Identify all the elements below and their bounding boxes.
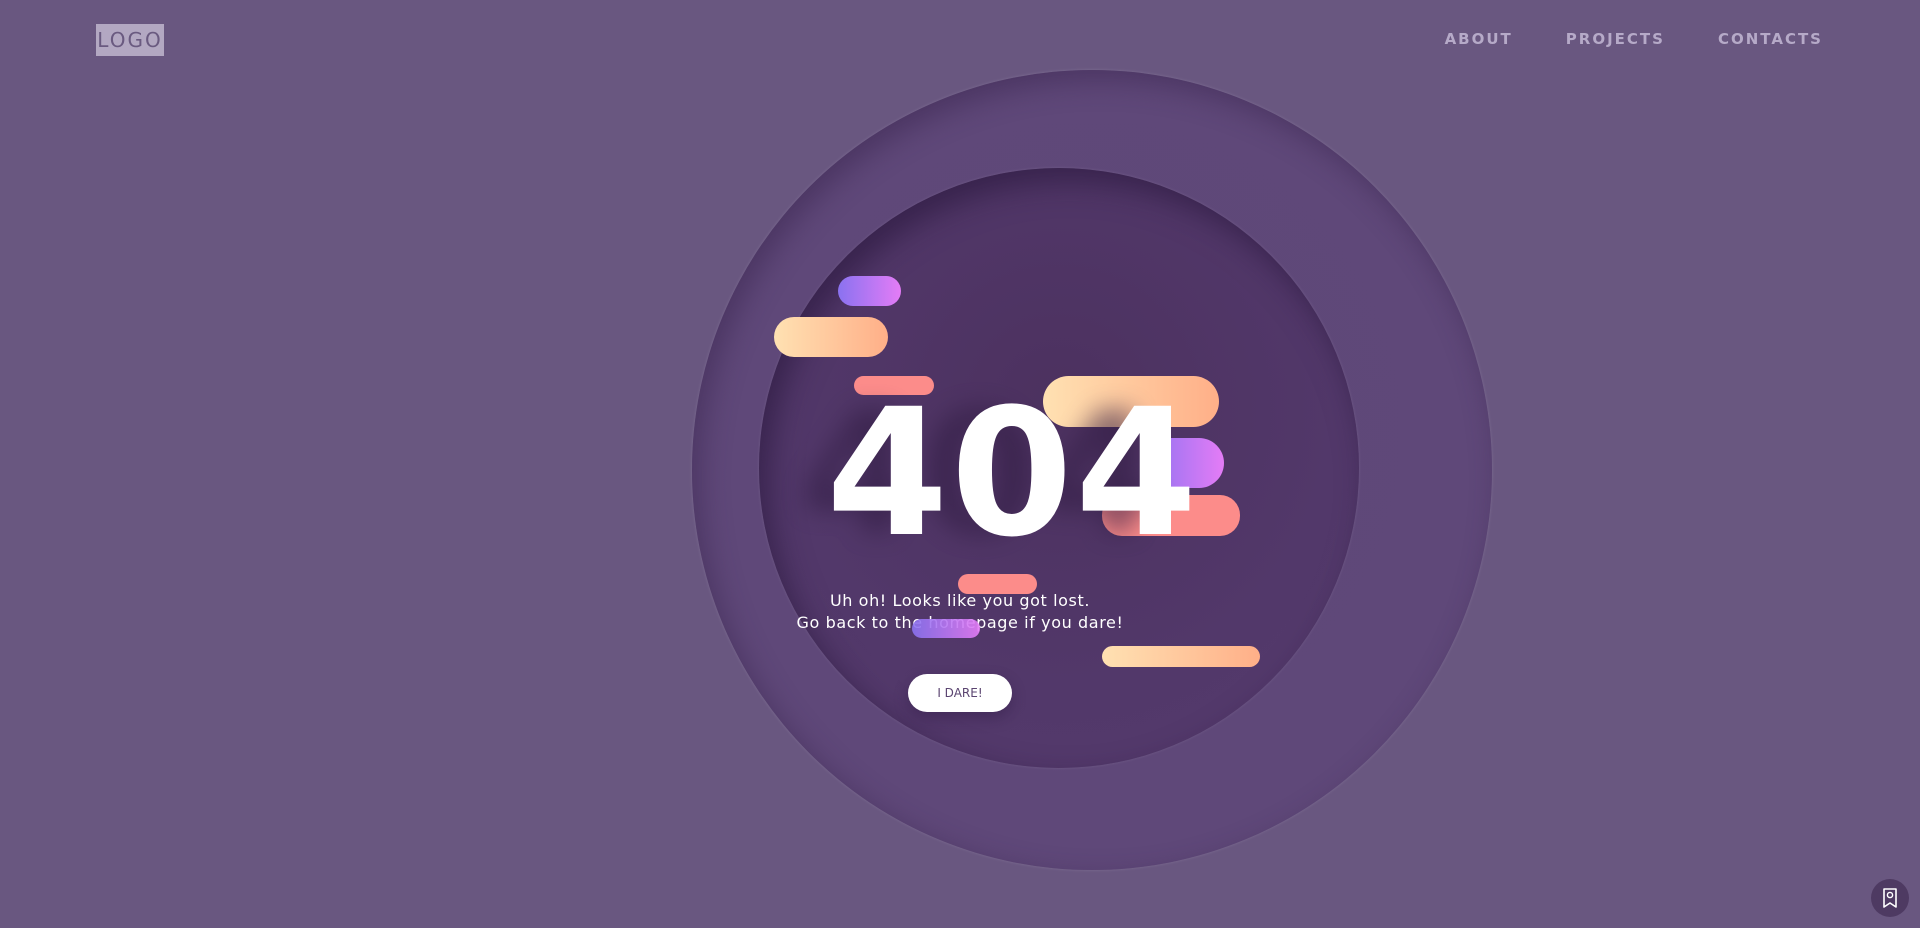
nav-projects[interactable]: PROJECTS — [1566, 30, 1665, 48]
message-line: Uh oh! Looks like you got lost. — [829, 591, 1091, 610]
decor-pill — [774, 317, 888, 357]
logo[interactable]: LOGO — [96, 24, 164, 56]
nav-contacts[interactable]: CONTACTS — [1718, 30, 1823, 48]
decor-pill — [912, 619, 980, 638]
nav-about[interactable]: ABOUT — [1445, 30, 1513, 48]
decor-pill — [838, 276, 901, 306]
main-nav: ABOUT PROJECTS CONTACTS — [1445, 30, 1823, 48]
dare-button[interactable]: I DARE! — [908, 674, 1012, 712]
decor-pill — [1102, 646, 1260, 667]
page: LOGO ABOUT PROJECTS CONTACTS 404 404 Uh … — [0, 0, 1920, 928]
corner-widget-button[interactable] — [1871, 879, 1909, 917]
error-code: 404 — [826, 371, 1200, 576]
bookmark-person-icon — [1883, 888, 1897, 908]
